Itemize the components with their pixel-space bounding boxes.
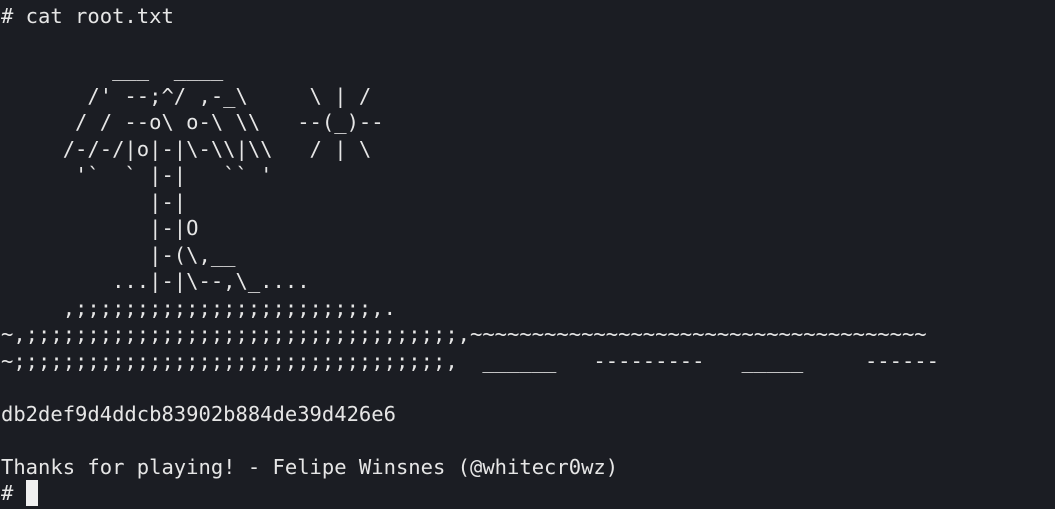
ascii-art-line: ~,;;;;;;;;;;;;;;;;;;;;;;;;;;;;;;;;;;;,~~… bbox=[1, 322, 927, 346]
ascii-art-line: ___ ____ bbox=[1, 57, 224, 81]
flag-hash: db2def9d4ddcb83902b884de39d426e6 bbox=[1, 401, 396, 426]
ascii-art-line: ,;;;;;;;;;;;;;;;;;;;;;;;;,. bbox=[1, 295, 396, 320]
ascii-art: ___ ____ /' --;^/ ,-_\ \ | / / / --o\ o-… bbox=[1, 56, 1055, 374]
ascii-art-line: |-| bbox=[1, 189, 187, 214]
ascii-art-line: /' --;^/ ,-_\ \ | / bbox=[1, 83, 372, 108]
ascii-art-line: '` ` |-| `` ' bbox=[1, 163, 273, 187]
ascii-art-line: |-(\,__ bbox=[1, 242, 236, 267]
ascii-art-line: ~;;;;;;;;;;;;;;;;;;;;;;;;;;;;;;;;;;;, __… bbox=[1, 348, 939, 373]
ascii-art-line: /-/-/|o|-|\-\\|\\ / | \ bbox=[1, 136, 372, 161]
ascii-art-line: / / --o\ o-\ \\ --(_)-- bbox=[1, 110, 384, 134]
command-line: # cat root.txt bbox=[1, 4, 174, 28]
ascii-art-line: ...|-|\--,\_.... bbox=[1, 269, 310, 293]
ascii-art-line: |-|O bbox=[1, 216, 199, 240]
cursor[interactable] bbox=[25, 480, 38, 506]
prompt-line[interactable]: # bbox=[1, 480, 1055, 507]
terminal-window[interactable]: # cat root.txt ___ ____ /' --;^/ ,-_\ \ … bbox=[0, 0, 1055, 509]
thanks-message: Thanks for playing! - Felipe Winsnes (@w… bbox=[1, 454, 619, 479]
prompt-symbol: # bbox=[1, 481, 26, 505]
